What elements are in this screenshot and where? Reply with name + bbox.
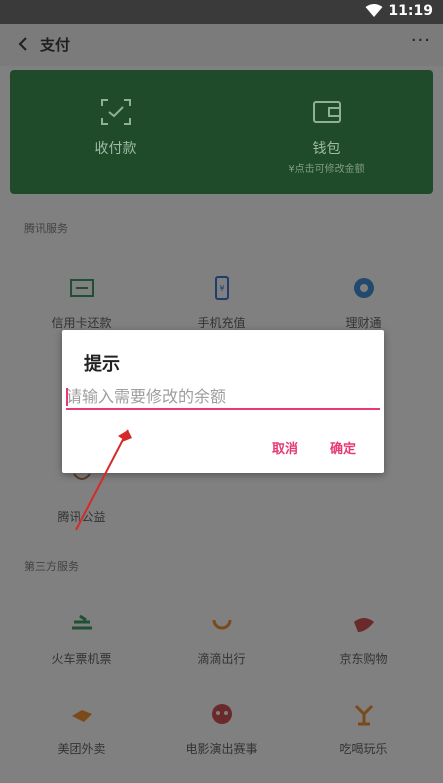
receive-pay-button[interactable]: 收付款: [10, 70, 221, 194]
finance-icon: [353, 278, 374, 298]
grid-item-meituan[interactable]: 美团外卖: [8, 702, 155, 757]
prompt-dialog: 提示 取消 确定: [62, 330, 384, 473]
jd-icon: [353, 618, 374, 632]
phone-icon: ¥: [214, 276, 229, 300]
text-cursor: [66, 388, 68, 406]
grid-item-fun[interactable]: 吃喝玩乐: [290, 702, 437, 757]
section-title-tencent: 腾讯服务: [24, 222, 68, 235]
grid-item-label: 手机充值: [197, 316, 246, 330]
grid-item-label: 火车票机票: [51, 652, 112, 666]
meituan-icon: [71, 710, 92, 722]
movie-icon: [211, 704, 232, 724]
svg-text:¥: ¥: [219, 284, 224, 293]
grid-item-label: 理财通: [345, 316, 382, 330]
grid-item-phone-topup[interactable]: ¥ 手机充值: [148, 276, 295, 331]
receive-pay-label: 收付款: [94, 141, 137, 157]
train-icon: [71, 614, 92, 630]
back-arrow-icon[interactable]: [12, 32, 34, 56]
grid-item-label: 信用卡还款: [51, 316, 112, 330]
fun-icon: [354, 704, 373, 726]
wallet-card: 收付款 钱包 ¥点击可修改金额: [10, 70, 433, 194]
grid-item-charity[interactable]: 腾讯公益: [8, 470, 155, 525]
balance-input[interactable]: [66, 384, 380, 410]
grid-item-jd[interactable]: 京东购物: [290, 612, 437, 667]
status-bar: 11:19: [0, 0, 443, 24]
grid-item-label: 美团外卖: [57, 742, 106, 756]
scan-qr-icon: [101, 99, 131, 125]
page-title: 支付: [40, 36, 71, 54]
wallet-button[interactable]: 钱包 ¥点击可修改金额: [221, 70, 432, 194]
cancel-button[interactable]: 取消: [272, 438, 298, 457]
grid-item-label: 腾讯公益: [57, 510, 106, 524]
clock-time: 11:19: [388, 3, 433, 19]
wifi-icon: [365, 4, 383, 17]
wallet-label: 钱包: [312, 141, 341, 157]
grid-item-label: 电影演出赛事: [185, 742, 258, 756]
confirm-button[interactable]: 确定: [330, 438, 356, 457]
grid-item-movie[interactable]: 电影演出赛事: [148, 702, 295, 757]
section-title-third-party: 第三方服务: [24, 560, 79, 573]
wallet-balance-hint: ¥点击可修改金额: [288, 164, 365, 175]
grid-item-didi[interactable]: 滴滴出行: [148, 612, 295, 667]
card-icon: [69, 279, 94, 297]
grid-item-credit-card[interactable]: 信用卡还款: [8, 276, 155, 331]
app-bar: 支付 ···: [0, 24, 443, 66]
didi-icon: [212, 619, 231, 630]
grid-item-label: 吃喝玩乐: [339, 742, 388, 756]
charity-icon: [72, 473, 91, 480]
wallet-icon: [313, 101, 341, 123]
grid-item-train[interactable]: 火车票机票: [8, 612, 155, 667]
grid-item-label: 京东购物: [339, 652, 388, 666]
grid-item-label: 滴滴出行: [197, 652, 246, 666]
grid-item-finance[interactable]: 理财通: [290, 276, 437, 331]
more-options-icon[interactable]: ···: [411, 30, 431, 51]
dialog-title: 提示: [84, 354, 120, 375]
